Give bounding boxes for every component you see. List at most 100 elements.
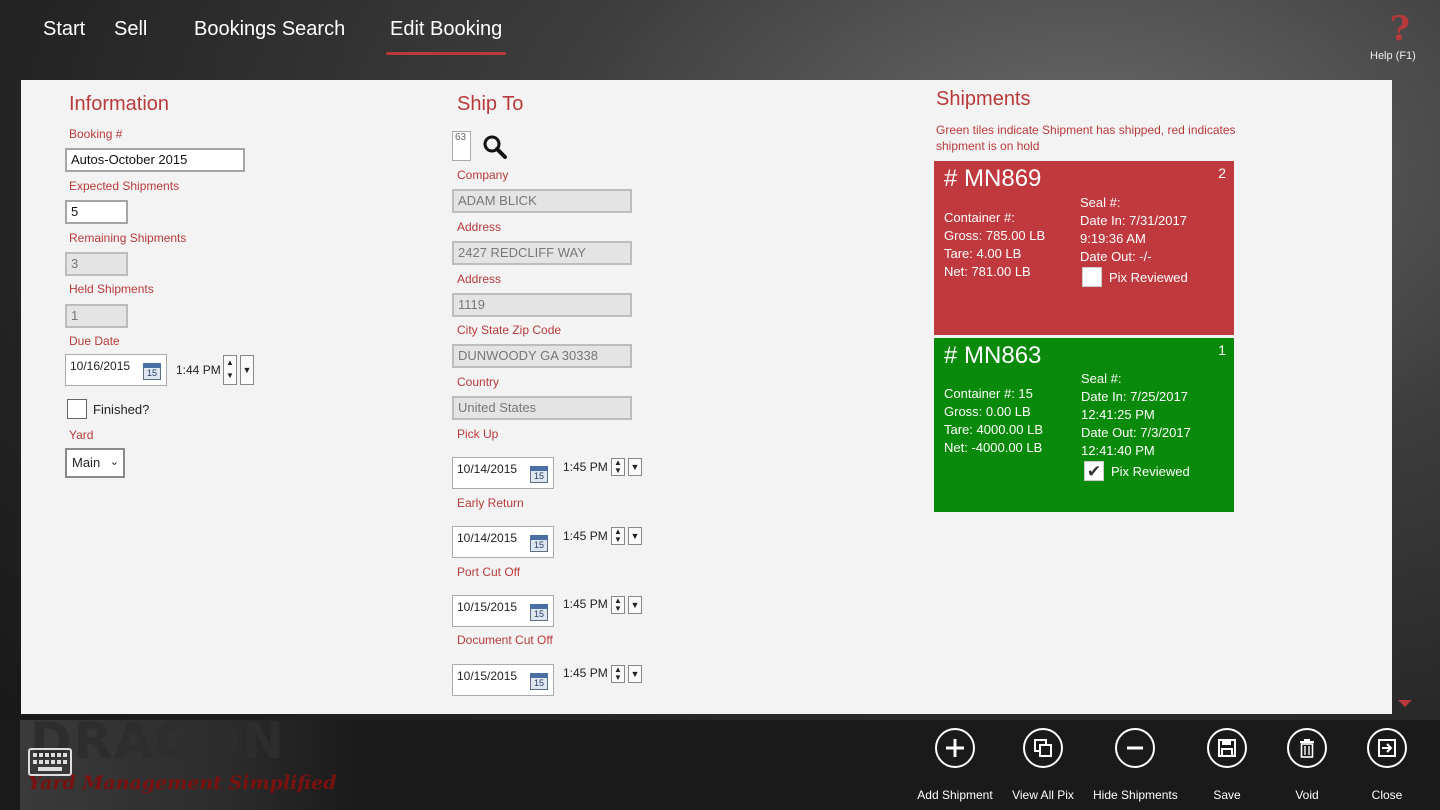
early-return-time-dropdown-icon[interactable]: ▼ (628, 527, 642, 545)
port-cut-off-time-spinner[interactable]: ▲ ▼ (611, 596, 625, 614)
finished-checkbox[interactable] (67, 399, 87, 419)
remaining-shipments-label: Remaining Shipments (69, 231, 187, 245)
pick-up-date-picker[interactable]: 10/14/2015 15 (452, 457, 554, 489)
shipment-index: 1 (1218, 342, 1226, 358)
expected-shipments-input[interactable]: 5 (65, 200, 128, 224)
early-return-label: Early Return (457, 496, 524, 510)
calendar-icon[interactable]: 15 (530, 673, 548, 690)
pix-reviewed-checkbox[interactable] (1082, 267, 1102, 287)
date-out: Date Out: -/- (1080, 249, 1152, 264)
net-weight: Net: -4000.00 LB (944, 440, 1043, 455)
due-time-spinner[interactable]: ▲ ▼ (223, 355, 237, 385)
port-cut-off-label: Port Cut Off (457, 565, 521, 579)
document-cut-off-time-spinner[interactable]: ▲ ▼ (611, 665, 625, 683)
pick-up-date-value: 10/14/2015 (457, 462, 518, 476)
trash-icon (1287, 728, 1327, 768)
calendar-icon[interactable]: 15 (143, 363, 161, 380)
port-cut-off-time-dropdown-icon[interactable]: ▼ (628, 596, 642, 614)
company-field: ADAM BLICK (452, 189, 632, 213)
document-cut-off-date-value: 10/15/2015 (457, 669, 518, 683)
calendar-icon[interactable]: 15 (530, 604, 548, 621)
copy-icon (1023, 728, 1063, 768)
ship-to-id-field[interactable]: 63 (452, 131, 471, 161)
address2-label: Address (457, 272, 502, 286)
hide-shipments-button[interactable]: Hide Shipments (1093, 728, 1178, 802)
keyboard-icon[interactable] (28, 748, 72, 776)
address1-field: 2427 REDCLIFF WAY (452, 241, 632, 265)
nav-start[interactable]: Start (43, 18, 85, 41)
hide-shipments-label: Hide Shipments (1093, 788, 1178, 802)
yard-select[interactable]: Main ⌄ (65, 448, 125, 478)
early-return-time-spinner[interactable]: ▲ ▼ (611, 527, 625, 545)
seal-number: Seal #: (1080, 195, 1121, 210)
shipments-title: Shipments (936, 88, 1031, 110)
port-cut-off-date-value: 10/15/2015 (457, 600, 518, 614)
document-cut-off-time-dropdown-icon[interactable]: ▼ (628, 665, 642, 683)
early-return-date-value: 10/14/2015 (457, 531, 518, 545)
shipment-tile-mn869[interactable]: # MN869 2 Container #: Gross: 785.00 LB … (934, 161, 1234, 335)
void-button[interactable]: Void (1265, 728, 1349, 802)
shipment-number: # MN863 (944, 342, 1042, 369)
nav-sell[interactable]: Sell (114, 18, 147, 41)
save-label: Save (1213, 788, 1241, 802)
port-cut-off-date-picker[interactable]: 10/15/2015 15 (452, 595, 554, 627)
address1-label: Address (457, 220, 502, 234)
checkmark-icon: ✔ (1086, 462, 1102, 481)
date-out: Date Out: 7/3/2017 (1081, 425, 1191, 440)
shipment-tile-mn863[interactable]: # MN863 1 Container #: 15 Gross: 0.00 LB… (934, 338, 1234, 512)
booking-label: Booking # (69, 127, 123, 141)
view-all-pix-label: View All Pix (1012, 788, 1074, 802)
document-cut-off-time-value[interactable]: 1:45 PM (563, 666, 608, 680)
calendar-icon[interactable]: 15 (530, 466, 548, 483)
shipments-legend-note: Green tiles indicate Shipment has shippe… (936, 123, 1236, 153)
pick-up-time-value[interactable]: 1:45 PM (563, 460, 608, 474)
pick-up-label: Pick Up (457, 427, 499, 441)
company-label: Company (457, 168, 509, 182)
save-button[interactable]: Save (1185, 728, 1269, 802)
remaining-shipments-field: 3 (65, 252, 128, 276)
seal-number: Seal #: (1081, 371, 1122, 386)
city-state-zip-field: DUNWOODY GA 30338 (452, 344, 632, 368)
help-button[interactable]: ? Help (F1) (1370, 12, 1430, 62)
due-time-value[interactable]: 1:44 PM (176, 363, 221, 377)
date-out-time: 12:41:40 PM (1081, 443, 1155, 458)
country-label: Country (457, 375, 500, 389)
early-return-time-value[interactable]: 1:45 PM (563, 529, 608, 543)
country-field: United States (452, 396, 632, 420)
pix-reviewed-checkbox[interactable]: ✔ (1084, 461, 1104, 481)
due-date-picker[interactable]: 10/16/2015 15 (65, 354, 167, 386)
close-button[interactable]: Close (1345, 728, 1429, 802)
early-return-date-picker[interactable]: 10/14/2015 15 (452, 526, 554, 558)
search-icon[interactable] (482, 134, 508, 160)
date-in-time: 9:19:36 AM (1080, 231, 1146, 246)
edit-booking-panel: Information Booking # Autos-October 2015… (21, 80, 1392, 714)
due-date-value: 10/16/2015 (70, 359, 131, 373)
gross-weight: Gross: 785.00 LB (944, 228, 1046, 243)
add-shipment-button[interactable]: Add Shipment (913, 728, 997, 802)
app-bar: DRAGON Yard Management Simplified Add Sh… (0, 720, 1440, 810)
calendar-icon[interactable]: 15 (530, 535, 548, 552)
view-all-pix-button[interactable]: View All Pix (1001, 728, 1085, 802)
pick-up-time-dropdown-icon[interactable]: ▼ (628, 458, 642, 476)
date-in-time: 12:41:25 PM (1081, 407, 1155, 422)
void-label: Void (1295, 788, 1319, 802)
scroll-down-icon[interactable] (1398, 700, 1412, 707)
nav-bookings-search[interactable]: Bookings Search (194, 18, 345, 41)
tare-weight: Tare: 4000.00 LB (944, 422, 1044, 437)
nav-edit-booking[interactable]: Edit Booking (390, 18, 502, 41)
active-tab-indicator (386, 52, 506, 55)
pick-up-time-spinner[interactable]: ▲ ▼ (611, 458, 625, 476)
yard-label: Yard (69, 428, 94, 442)
shipment-index: 2 (1218, 165, 1226, 181)
top-nav: Start Sell Bookings Search Edit Booking … (0, 0, 1440, 80)
plus-icon (935, 728, 975, 768)
shipment-number: # MN869 (944, 165, 1042, 192)
document-cut-off-label: Document Cut Off (457, 633, 553, 647)
due-time-dropdown-icon[interactable]: ▼ (240, 355, 254, 385)
document-cut-off-date-picker[interactable]: 10/15/2015 15 (452, 664, 554, 696)
pix-reviewed-label: Pix Reviewed (1109, 270, 1188, 285)
port-cut-off-time-value[interactable]: 1:45 PM (563, 597, 608, 611)
booking-number-input[interactable]: Autos-October 2015 (65, 148, 245, 172)
held-shipments-label: Held Shipments (69, 282, 154, 296)
ship-to-title: Ship To (457, 93, 524, 115)
